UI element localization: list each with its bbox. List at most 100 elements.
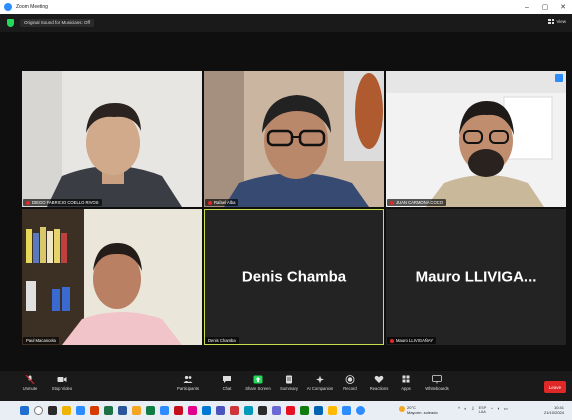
participants-button[interactable]: Participants bbox=[172, 375, 204, 391]
ai-sparkle-icon bbox=[316, 375, 324, 384]
volume-icon[interactable]: ◖ bbox=[497, 406, 500, 414]
leave-button[interactable]: Leave bbox=[544, 381, 566, 393]
summary-button[interactable]: Summary bbox=[273, 375, 305, 391]
weather-widget[interactable]: 20°C Mayorm. soleado bbox=[399, 405, 438, 415]
participant-video-3 bbox=[386, 71, 566, 207]
taskbar-app-icon-13[interactable] bbox=[216, 406, 225, 415]
participants-icon bbox=[183, 375, 193, 383]
taskbar-app-icon-18[interactable] bbox=[286, 406, 295, 415]
ai-companion-button[interactable]: AI Companion bbox=[304, 375, 336, 391]
apps-label: Apps bbox=[401, 386, 411, 391]
chat-bubble-icon bbox=[223, 376, 231, 383]
grid-view-icon bbox=[548, 19, 555, 24]
taskbar-app-icon-10[interactable] bbox=[174, 406, 183, 415]
taskbar-app-icon-19[interactable] bbox=[300, 406, 309, 415]
taskbar-app-icon-4[interactable] bbox=[90, 406, 99, 415]
chevron-up-icon[interactable]: ^ bbox=[458, 406, 460, 414]
taskbar-zoom-icon[interactable] bbox=[356, 406, 365, 415]
taskbar-app-icon-17[interactable] bbox=[272, 406, 281, 415]
taskbar-app-icon-14[interactable] bbox=[230, 406, 239, 415]
participant-name: JUAN CARMONA COCO bbox=[396, 200, 443, 205]
muted-mic-icon bbox=[26, 200, 30, 205]
taskbar-app-icon-11[interactable] bbox=[188, 406, 197, 415]
unmute-button[interactable]: Unmute bbox=[14, 375, 46, 391]
share-screen-label: Share Screen bbox=[245, 386, 271, 391]
stop-video-button[interactable]: Stop Video bbox=[46, 375, 78, 391]
taskbar-app-icon-5[interactable] bbox=[104, 406, 113, 415]
participant-label-5: Denis Chamba bbox=[205, 337, 239, 344]
taskbar-app-icon-2[interactable] bbox=[62, 406, 71, 415]
zoom-app-icon bbox=[4, 3, 12, 11]
network-icon[interactable]: ⇩ bbox=[471, 406, 475, 414]
start-windows-icon[interactable] bbox=[20, 406, 29, 415]
record-label: Record bbox=[343, 386, 357, 391]
language-indicator[interactable]: ESP LAA bbox=[479, 406, 487, 414]
wifi-icon[interactable]: ◔ bbox=[490, 406, 493, 414]
participant-name: DIEGO FABRICIO COELLO RIVOS bbox=[32, 200, 99, 205]
record-icon bbox=[345, 375, 355, 384]
participant-name: Mauro LLIVIGAÑAY bbox=[396, 338, 434, 343]
summary-document-icon bbox=[286, 375, 292, 384]
participant-label-3: JUAN CARMONA COCO bbox=[387, 199, 446, 206]
participant-name: Denis Chamba bbox=[208, 338, 236, 343]
taskbar-app-icon-15[interactable] bbox=[244, 406, 253, 415]
maximize-button[interactable]: ▢ bbox=[536, 0, 554, 14]
chat-button[interactable]: Chat bbox=[211, 375, 243, 391]
share-screen-button[interactable]: Share Screen bbox=[242, 375, 274, 391]
muted-mic-icon bbox=[390, 338, 394, 343]
reactions-label: Reactions bbox=[369, 386, 389, 391]
view-button[interactable]: View bbox=[548, 19, 566, 24]
original-sound-badge[interactable]: Original Sound for Musicians: Off bbox=[20, 19, 94, 27]
muted-mic-icon bbox=[390, 200, 394, 205]
stop-video-label: Stop Video bbox=[51, 386, 73, 391]
video-tile-1[interactable]: DIEGO FABRICIO COELLO RIVOS bbox=[22, 71, 202, 207]
taskbar-app-icon-16[interactable] bbox=[258, 406, 267, 415]
sun-icon bbox=[399, 406, 405, 412]
video-camera-icon bbox=[57, 377, 67, 382]
taskbar-app-icon-7[interactable] bbox=[132, 406, 141, 415]
participant-label-1: DIEGO FABRICIO COELLO RIVOS bbox=[23, 199, 102, 206]
microphone-muted-icon bbox=[25, 375, 35, 384]
minimize-button[interactable]: – bbox=[518, 0, 536, 14]
taskbar-app-icon-21[interactable] bbox=[328, 406, 337, 415]
zoom-window: Zoom Meeting – ▢ ✕ Original Sound for Mu… bbox=[0, 0, 572, 420]
video-tile-5[interactable]: Denis Chamba Denis Chamba bbox=[204, 209, 384, 345]
taskbar-app-icon-9[interactable] bbox=[160, 406, 169, 415]
taskbar-app-icon-22[interactable] bbox=[342, 406, 351, 415]
security-shield-icon[interactable] bbox=[7, 19, 14, 27]
video-tile-6[interactable]: Mauro LLIVIGA... Mauro LLIVIGAÑAY bbox=[386, 209, 566, 345]
taskbar-app-icon-8[interactable] bbox=[146, 406, 155, 415]
keyboard-layout: LAA bbox=[478, 410, 486, 414]
participants-label: Participants bbox=[177, 386, 199, 391]
tile-options-icon[interactable] bbox=[555, 74, 563, 82]
participant-name: Rafael Alba bbox=[214, 200, 236, 205]
share-screen-icon bbox=[253, 375, 263, 384]
participant-label-6: Mauro LLIVIGAÑAY bbox=[387, 337, 437, 344]
apps-button[interactable]: Apps bbox=[390, 375, 422, 391]
participant-label-2: Rafael Alba bbox=[205, 199, 239, 206]
chat-label: Chat bbox=[222, 386, 232, 391]
taskbar-clock[interactable]: 10:41 21/10/2024 bbox=[544, 405, 564, 415]
whiteboards-button[interactable]: Whiteboards bbox=[421, 375, 453, 391]
onedrive-icon[interactable]: ◐ bbox=[464, 406, 467, 414]
window-title: Zoom Meeting bbox=[16, 4, 48, 10]
video-tile-3[interactable]: JUAN CARMONA COCO bbox=[386, 71, 566, 207]
close-button[interactable]: ✕ bbox=[554, 0, 572, 14]
meeting-top-bar: Original Sound for Musicians: Off View bbox=[0, 14, 572, 32]
battery-icon[interactable]: ▭ bbox=[504, 406, 508, 414]
record-button[interactable]: Record bbox=[334, 375, 366, 391]
whiteboards-label: Whiteboards bbox=[425, 386, 449, 391]
taskbar-app-icon-12[interactable] bbox=[202, 406, 211, 415]
participant-display-name: Denis Chamba bbox=[241, 268, 347, 286]
taskbar-app-icon-1[interactable] bbox=[48, 406, 57, 415]
video-tile-4[interactable]: Paul Macancela bbox=[22, 209, 202, 345]
whiteboard-icon bbox=[432, 375, 442, 384]
taskbar-app-icon-6[interactable] bbox=[118, 406, 127, 415]
muted-mic-icon bbox=[208, 200, 212, 205]
video-tile-2[interactable]: Rafael Alba bbox=[204, 71, 384, 207]
participant-name: Paul Macancela bbox=[26, 338, 56, 343]
summary-label: Summary bbox=[280, 386, 298, 391]
taskbar-app-icon-20[interactable] bbox=[314, 406, 323, 415]
taskbar-search-icon[interactable] bbox=[34, 406, 43, 415]
taskbar-app-icon-3[interactable] bbox=[76, 406, 85, 415]
